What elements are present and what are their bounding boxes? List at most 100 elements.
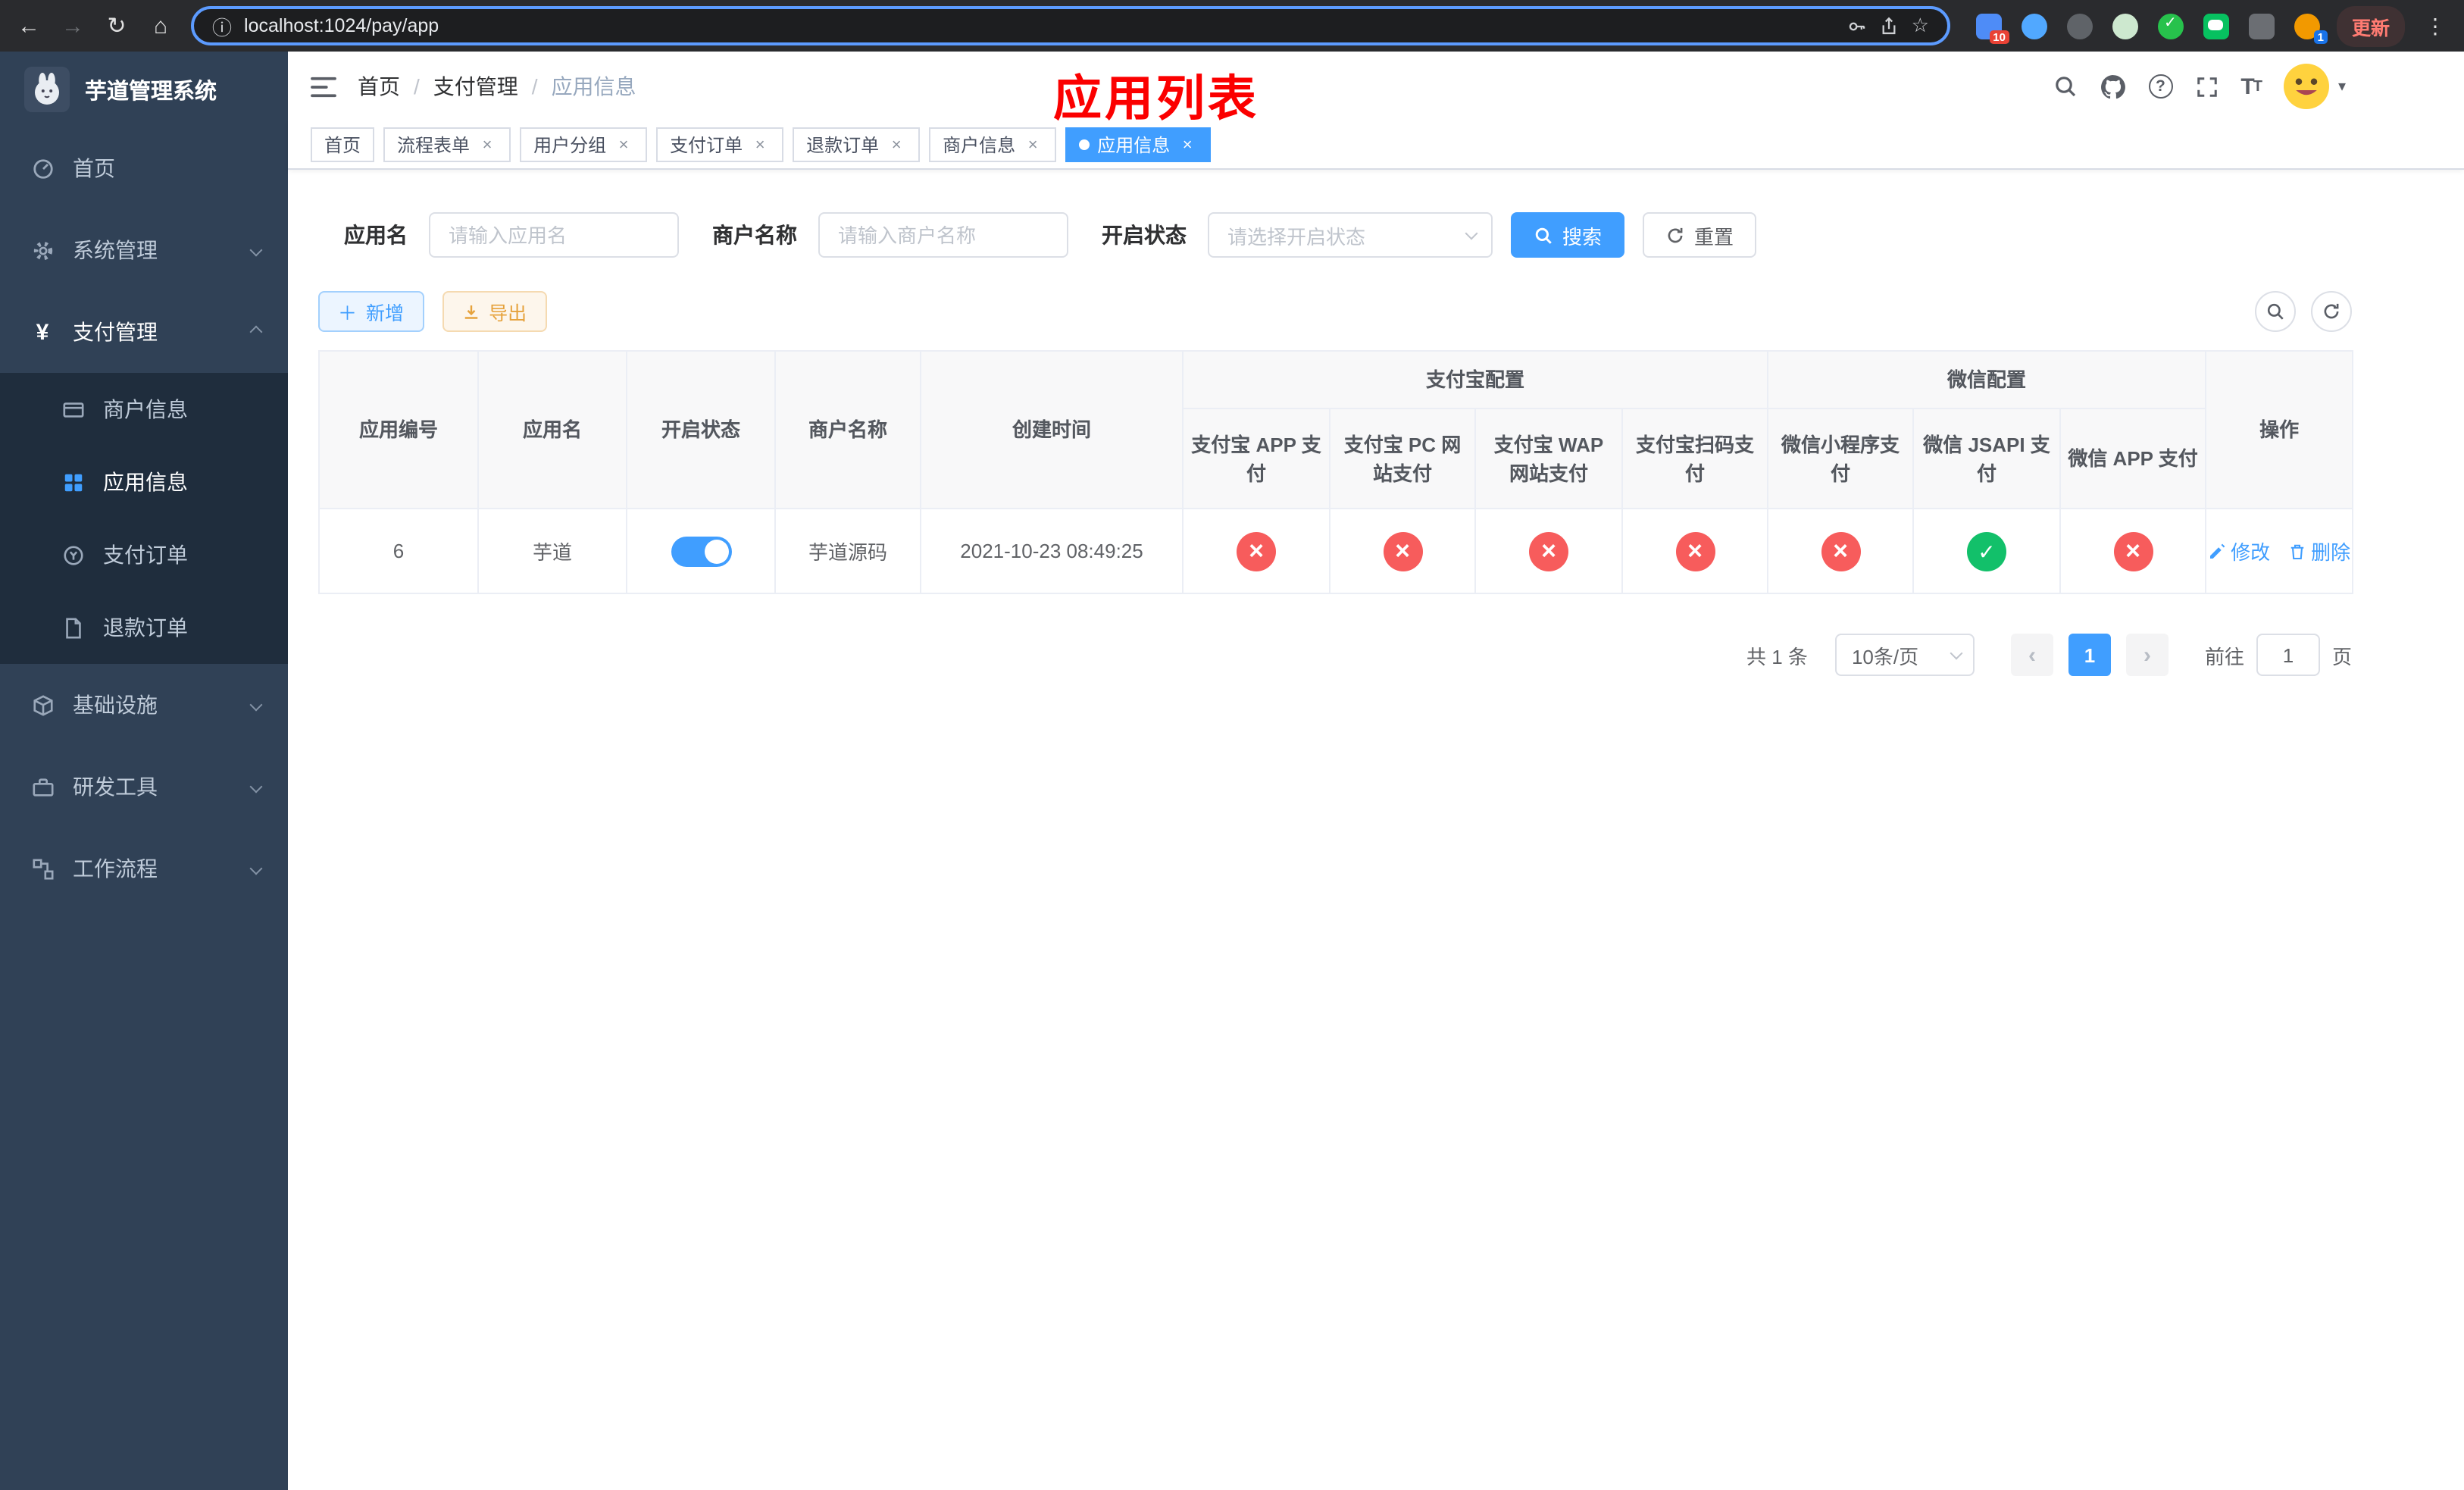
search-button[interactable]: 搜索 (1511, 212, 1625, 258)
breadcrumb-payment[interactable]: 支付管理 (433, 71, 518, 102)
export-button[interactable]: 导出 (442, 291, 547, 332)
wechat-devtools-icon[interactable] (2203, 13, 2229, 39)
close-icon[interactable]: × (477, 135, 497, 155)
total-count: 共 1 条 (1746, 645, 1808, 668)
help-icon[interactable]: ? (2148, 74, 2173, 99)
sidebar-item-pay-order[interactable]: 支付订单 (0, 518, 288, 591)
merchant-name-label: 商户名称 (712, 223, 797, 247)
edit-link[interactable]: 修改 (2208, 537, 2270, 565)
tab-home[interactable]: 首页 (311, 127, 375, 162)
close-icon[interactable]: × (750, 135, 770, 155)
share-icon[interactable] (1880, 16, 1900, 36)
pencil-icon (2210, 543, 2225, 558)
page-content: 应用名 商户名称 开启状态 请选择开启状态 搜索 重置 (288, 170, 2464, 676)
sidebar-item-payment-mgmt[interactable]: ¥ 支付管理 (0, 291, 288, 373)
add-button[interactable]: ＋ 新增 (318, 291, 424, 332)
cell-wechat-mini (1767, 508, 1915, 594)
sidebar-item-refund-order[interactable]: 退款订单 (0, 591, 288, 664)
avatar (2283, 64, 2329, 109)
col-merchant: 商户名称 (774, 350, 921, 509)
extension-icon[interactable] (2066, 13, 2093, 39)
sidebar-item-home[interactable]: 首页 (0, 127, 288, 209)
close-icon[interactable]: × (886, 135, 906, 155)
merchant-name-input[interactable] (818, 212, 1068, 258)
user-avatar-dropdown[interactable]: ▾ (2283, 64, 2346, 109)
browser-menu-icon[interactable]: ⋮ (2422, 13, 2449, 39)
close-icon[interactable]: × (614, 135, 633, 155)
table-row: 6 芋道 芋道源码 2021-10-23 08:49:25 × × × × × … (318, 508, 2354, 594)
extensions-puzzle-icon[interactable] (2248, 13, 2275, 39)
extension-icon[interactable] (2021, 13, 2047, 39)
status-x-icon (1675, 531, 1715, 571)
prev-page-button[interactable]: ‹ (2010, 634, 2053, 676)
page-size-select[interactable]: 10条/页 (1834, 634, 1975, 676)
tab-process-form[interactable]: 流程表单 × (383, 127, 511, 162)
reload-icon[interactable]: ↻ (103, 12, 130, 39)
sidebar-item-merchant-info[interactable]: 商户信息 (0, 373, 288, 446)
card-icon (61, 397, 85, 421)
chrome-update-button[interactable]: 更新 (2336, 5, 2405, 46)
close-icon[interactable]: × (1023, 135, 1043, 155)
search-icon[interactable] (2053, 74, 2077, 99)
cell-app-name: 芋道 (477, 508, 627, 594)
bookmark-star-icon[interactable]: ☆ (1912, 14, 1929, 38)
delete-link[interactable]: 删除 (2288, 537, 2350, 565)
col-wechat-jsapi: 微信 JSAPI 支付 (1912, 408, 2062, 509)
page-unit-label: 页 (2331, 645, 2352, 668)
col-wechat-app: 微信 APP 支付 (2059, 408, 2207, 509)
app-name-input[interactable] (429, 212, 679, 258)
chevron-down-icon (1465, 226, 1478, 239)
tab-user-group[interactable]: 用户分组 × (520, 127, 648, 162)
sidebar-item-dev-tools[interactable]: 研发工具 (0, 746, 288, 828)
site-info-icon[interactable]: ⓘ (212, 11, 232, 40)
active-dot (1079, 139, 1090, 150)
refresh-table-button[interactable] (2311, 291, 2352, 332)
trash-icon (2290, 543, 2304, 559)
goto-label: 前往 (2204, 645, 2244, 668)
tab-merchant-info[interactable]: 商户信息 × (929, 127, 1057, 162)
extension-icon[interactable] (2157, 13, 2184, 39)
github-icon[interactable] (2100, 74, 2125, 99)
extension-icon[interactable]: 10 (1975, 13, 2009, 43)
navbar-actions: ? TT ▾ (2053, 52, 2346, 121)
page-number-1[interactable]: 1 (2068, 634, 2111, 676)
url-bar[interactable]: ⓘ localhost:1024/pay/app ☆ (191, 6, 1950, 45)
font-size-icon[interactable]: TT (2240, 74, 2262, 99)
sidebar-item-label: 退款订单 (103, 615, 188, 640)
tab-refund-order[interactable]: 退款订单 × (793, 127, 921, 162)
sidebar-item-infra[interactable]: 基础设施 (0, 664, 288, 746)
back-icon[interactable]: ← (15, 13, 42, 39)
pay-order-icon (61, 543, 85, 567)
plus-icon: ＋ (338, 303, 358, 324)
sidebar-item-app-info[interactable]: 应用信息 (0, 446, 288, 518)
group-alipay-config: 支付宝配置 (1181, 350, 1769, 409)
fullscreen-icon[interactable] (2195, 75, 2218, 98)
sidebar-item-system-mgmt[interactable]: 系统管理 (0, 209, 288, 291)
cell-actions: 修改 删除 (2205, 508, 2354, 594)
status-select[interactable]: 请选择开启状态 (1208, 212, 1493, 258)
profile-avatar[interactable]: 1 (2294, 13, 2328, 43)
next-page-button[interactable]: › (2125, 634, 2169, 676)
tab-app-info[interactable]: 应用信息 × (1065, 127, 1212, 162)
toggle-search-button[interactable] (2255, 291, 2296, 332)
search-icon (1535, 227, 1552, 243)
reset-button[interactable]: 重置 (1643, 212, 1757, 258)
refresh-icon (1668, 227, 1683, 243)
tab-pay-order[interactable]: 支付订单 × (656, 127, 784, 162)
goto-page-input[interactable] (2256, 634, 2320, 676)
sidebar-item-label: 首页 (73, 156, 115, 180)
col-alipay-pc: 支付宝 PC 网站支付 (1329, 408, 1476, 509)
breadcrumb-separator: / (531, 74, 538, 99)
password-key-icon[interactable] (1848, 16, 1868, 36)
cell-wechat-app (2059, 508, 2207, 594)
close-icon[interactable]: × (1177, 135, 1197, 155)
status-toggle[interactable] (671, 536, 731, 566)
url-text[interactable]: localhost:1024/pay/app (244, 15, 1836, 36)
sidebar-item-workflow[interactable]: 工作流程 (0, 828, 288, 909)
extension-icon[interactable] (2112, 13, 2138, 39)
breadcrumb-home[interactable]: 首页 (358, 71, 400, 102)
payment-submenu: 商户信息 应用信息 支付订单 退款订单 (0, 373, 288, 664)
home-icon[interactable]: ⌂ (147, 13, 174, 39)
forward-icon[interactable]: → (59, 13, 86, 39)
sidebar-toggle-icon[interactable] (311, 75, 336, 98)
